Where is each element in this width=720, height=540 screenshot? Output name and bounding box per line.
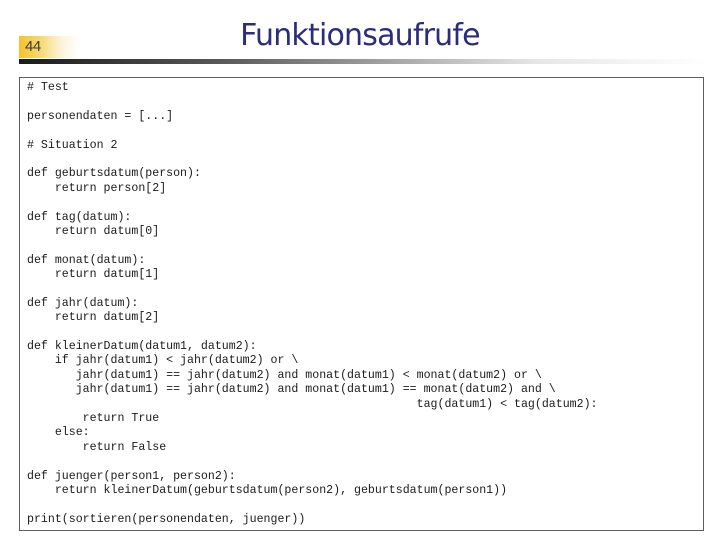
code-line: def geburtsdatum(person): xyxy=(27,167,201,181)
code-line: jahr(datum1) == jahr(datum2) and monat(d… xyxy=(27,368,542,382)
code-line: print(sortieren(personendaten, juenger)) xyxy=(27,512,306,526)
code-line: jahr(datum1) == jahr(datum2) and monat(d… xyxy=(27,383,556,397)
code-line: return kleinerDatum(geburtsdatum(person2… xyxy=(27,483,508,497)
code-line: # Situation 2 xyxy=(27,138,118,152)
code-line: return person[2] xyxy=(27,181,167,195)
code-listing: # Test personendaten = [...] # Situation 2… xyxy=(27,81,598,527)
code-line: personendaten = [...] xyxy=(27,109,174,123)
code-line: return False xyxy=(27,440,167,454)
code-line: if jahr(datum1) < jahr(datum2) or \ xyxy=(27,354,299,368)
code-line: return datum[1] xyxy=(27,268,160,282)
slide-title-text: Funktionsaufrufe xyxy=(240,18,480,53)
code-line: tag(datum1) < tag(datum2): xyxy=(27,397,598,411)
code-line: def kleinerDatum(datum1, datum2): xyxy=(27,340,257,354)
code-line: def juenger(person1, person2): xyxy=(27,469,236,483)
code-line: else: xyxy=(27,426,90,440)
code-line: def jahr(datum): xyxy=(27,296,139,310)
code-line: # Test xyxy=(27,81,69,94)
code-line: return datum[0] xyxy=(27,224,160,238)
slide-title: Funktionsaufrufe xyxy=(0,18,720,53)
code-line: def monat(datum): xyxy=(27,253,146,267)
code-line: return datum[2] xyxy=(27,311,160,325)
code-line: def tag(datum): xyxy=(27,210,132,224)
title-divider xyxy=(19,59,709,64)
code-line: return True xyxy=(27,411,160,425)
